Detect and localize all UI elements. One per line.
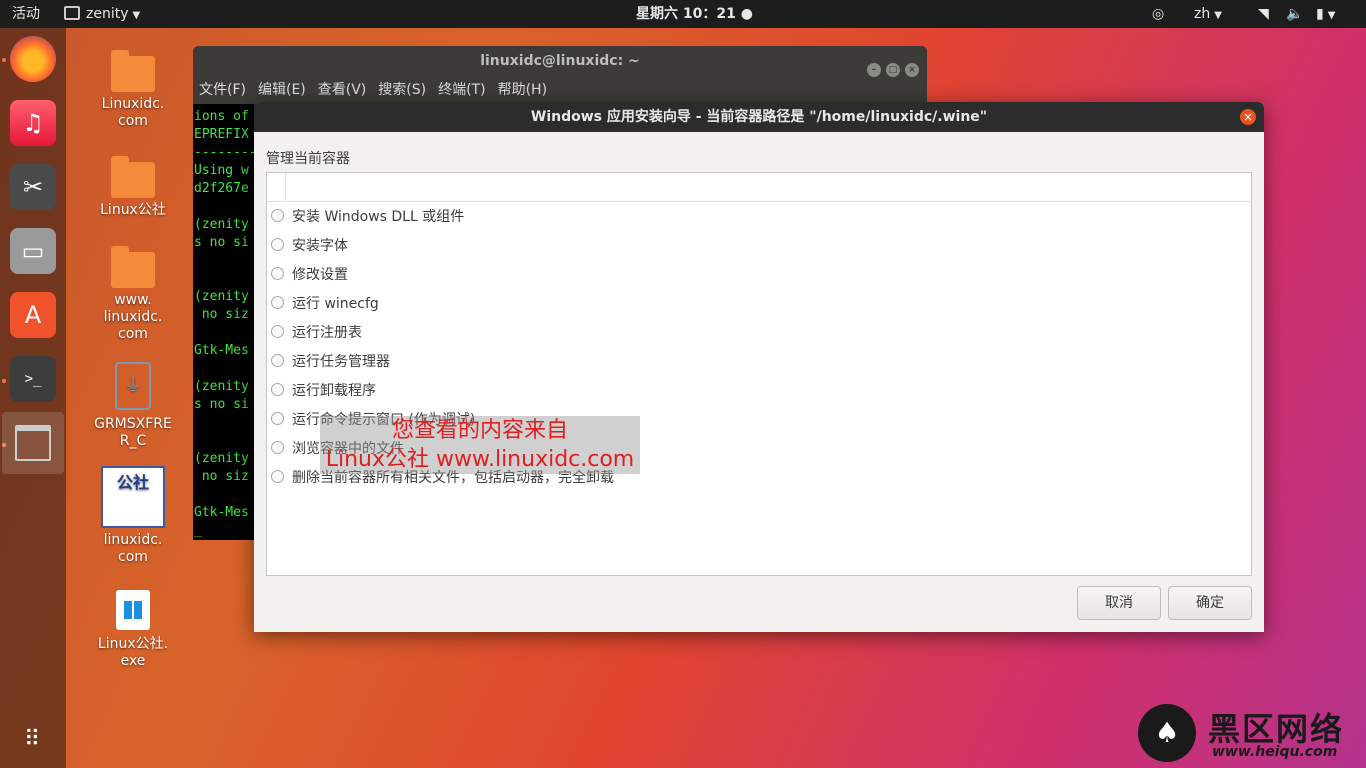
mushroom-logo-icon: ♠	[1138, 704, 1196, 762]
input-method-menu[interactable]: zh ▼	[1194, 0, 1222, 28]
dock: ♫ ✂ ▭ A >_ ⠿	[0, 28, 66, 768]
firefox-icon[interactable]	[10, 36, 56, 82]
chevron-down-icon: ▼	[1327, 10, 1336, 21]
desktop-image-linuxidc[interactable]: 公社 linuxidc. com	[93, 466, 173, 566]
volume-icon[interactable]: 🔈	[1286, 0, 1303, 28]
radio-icon[interactable]	[271, 267, 284, 280]
option-label: 安装字体	[292, 238, 348, 254]
desktop-icon-label: linuxidc. com	[103, 532, 163, 565]
radio-icon[interactable]	[271, 296, 284, 309]
windows-exe-icon	[116, 590, 150, 630]
list-item[interactable]: 安装字体	[271, 232, 348, 261]
site-logo-url: www.heiqu.com	[1212, 744, 1338, 760]
maximize-icon[interactable]: □	[886, 63, 900, 77]
section-label: 管理当前容器	[266, 151, 350, 167]
option-label: 运行注册表	[292, 325, 362, 341]
desktop-usb-drive[interactable]: ⏚ GRMSXFRE R_C	[93, 362, 173, 450]
menu-help[interactable]: 帮助(H)	[498, 82, 547, 98]
watermark-line-1: 您查看的内容来自	[391, 418, 568, 443]
radio-icon[interactable]	[271, 209, 284, 222]
running-indicator	[2, 58, 6, 62]
desktop-exe-file[interactable]: Linux公社. exe	[93, 590, 173, 670]
clock-label: 星期六 10：21	[636, 6, 736, 22]
usb-drive-icon: ⏚	[115, 362, 151, 410]
list-header-column[interactable]	[267, 173, 286, 201]
accessibility-icon[interactable]: ◎	[1152, 0, 1164, 28]
screenshot-icon[interactable]: ✂	[10, 164, 56, 210]
radio-icon[interactable]	[271, 354, 284, 367]
list-item[interactable]: 运行 winecfg	[271, 290, 379, 319]
top-bar: 活动 zenity ▼ 星期六 10：21 ● ◎ zh ▼ ◥ 🔈 ▮ ▼	[0, 0, 1366, 28]
notification-dot-icon: ●	[735, 6, 753, 22]
site-logo: ♠ 黑区网络 www.heiqu.com	[1138, 704, 1358, 764]
menu-terminal[interactable]: 终端(T)	[438, 82, 485, 98]
terminal-menubar: 文件(F) 编辑(E) 查看(V) 搜索(S) 终端(T) 帮助(H)	[193, 76, 927, 104]
cancel-button[interactable]: 取消	[1077, 586, 1161, 620]
input-method-label: zh	[1194, 6, 1211, 22]
chevron-down-icon: ▼	[132, 10, 141, 21]
list-item[interactable]: 运行注册表	[271, 319, 362, 348]
menu-file[interactable]: 文件(F)	[199, 82, 246, 98]
options-list: 安装 Windows DLL 或组件 安装字体 修改设置 运行 winecfg …	[266, 172, 1252, 576]
dialog-title: Windows 应用安装向导 - 当前容器路径是 "/home/linuxidc…	[530, 109, 988, 125]
option-label: 修改设置	[292, 267, 348, 283]
app-window-icon	[64, 6, 80, 20]
radio-icon[interactable]	[271, 238, 284, 251]
chevron-down-icon: ▼	[1214, 10, 1222, 21]
wine-wizard-dialog: Windows 应用安装向导 - 当前容器路径是 "/home/linuxidc…	[254, 102, 1264, 632]
list-item[interactable]: 安装 Windows DLL 或组件	[271, 203, 464, 232]
running-indicator	[2, 379, 6, 383]
option-label: 运行 winecfg	[292, 296, 379, 312]
desktop-icon-label: Linuxidc. com	[101, 96, 165, 129]
list-item[interactable]: 修改设置	[271, 261, 348, 290]
list-item[interactable]: 运行卸载程序	[271, 377, 376, 406]
terminal-title: linuxidc@linuxidc: ~	[480, 53, 640, 69]
image-thumbnail-icon: 公社	[101, 466, 165, 528]
radio-icon[interactable]	[271, 470, 284, 483]
software-store-icon[interactable]: A	[10, 292, 56, 338]
folder-icon	[111, 156, 155, 198]
folder-icon	[111, 246, 155, 288]
radio-icon[interactable]	[271, 412, 284, 425]
show-applications-icon[interactable]: ⠿	[10, 716, 56, 762]
files-icon[interactable]: ▭	[10, 228, 56, 274]
music-icon[interactable]: ♫	[10, 100, 56, 146]
watermark-line-2: Linux公社 www.linuxidc.com	[325, 447, 635, 472]
desktop-icon-label: www. linuxidc. com	[103, 292, 163, 342]
radio-icon[interactable]	[271, 325, 284, 338]
desktop-icon-label: Linux公社. exe	[97, 636, 169, 669]
radio-icon[interactable]	[271, 441, 284, 454]
desktop-folder-linux-gongshe[interactable]: Linux公社	[93, 156, 173, 219]
clock[interactable]: 星期六 10：21 ●	[636, 0, 753, 28]
logo-thumb-text: 公社	[116, 473, 149, 492]
close-icon[interactable]: ×	[905, 63, 919, 77]
desktop-folder-www[interactable]: www. linuxidc. com	[93, 246, 173, 343]
desktop-icon-label: GRMSXFRE R_C	[94, 416, 172, 449]
zenity-window-icon[interactable]	[2, 412, 64, 474]
dialog-titlebar[interactable]: Windows 应用安装向导 - 当前容器路径是 "/home/linuxidc…	[254, 102, 1264, 132]
option-label: 运行任务管理器	[292, 354, 390, 370]
activities-button[interactable]: 活动	[12, 0, 40, 28]
wifi-icon[interactable]: ◥	[1258, 0, 1269, 28]
list-header	[267, 173, 1251, 202]
minimize-icon[interactable]: –	[867, 63, 881, 77]
terminal-icon[interactable]: >_	[10, 356, 56, 402]
desktop-folder-linuxidc[interactable]: Linuxidc. com	[93, 50, 173, 130]
menu-view[interactable]: 查看(V)	[318, 82, 367, 98]
close-icon[interactable]: ×	[1240, 109, 1256, 125]
battery-icon[interactable]: ▮ ▼	[1316, 0, 1335, 28]
menu-search[interactable]: 搜索(S)	[378, 82, 426, 98]
radio-icon[interactable]	[271, 383, 284, 396]
watermark-overlay: 您查看的内容来自 Linux公社 www.linuxidc.com	[320, 416, 640, 474]
ok-button[interactable]: 确定	[1168, 586, 1252, 620]
list-item[interactable]: 运行任务管理器	[271, 348, 390, 377]
option-label: 安装 Windows DLL 或组件	[292, 209, 465, 225]
app-menu-label: zenity	[86, 6, 129, 22]
terminal-titlebar[interactable]: linuxidc@linuxidc: ~ – □ ×	[193, 46, 927, 77]
app-menu[interactable]: zenity ▼	[64, 0, 140, 28]
menu-edit[interactable]: 编辑(E)	[258, 82, 306, 98]
option-label: 运行卸载程序	[292, 383, 376, 399]
desktop-icon-label: Linux公社	[100, 202, 166, 218]
folder-icon	[111, 50, 155, 92]
